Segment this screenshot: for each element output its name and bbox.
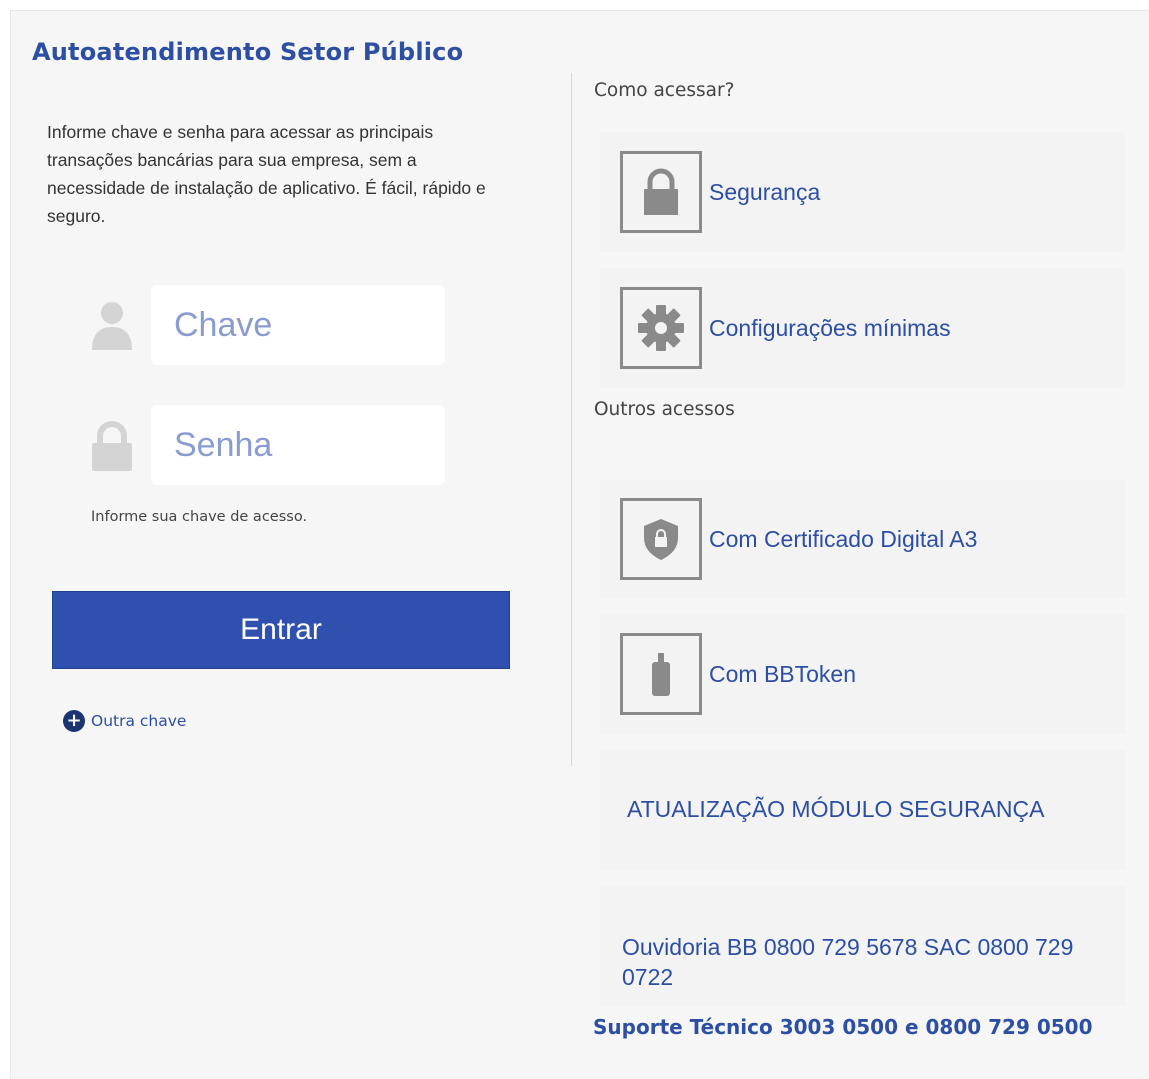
- gear-icon: [620, 287, 702, 369]
- ouvidoria-info: Ouvidoria BB 0800 729 5678 SAC 0800 729 …: [600, 886, 1125, 1006]
- outros-acessos-heading: Outros acessos: [594, 399, 735, 420]
- configuracoes-label: Configurações mínimas: [709, 314, 951, 341]
- configuracoes-link[interactable]: Configurações mínimas: [600, 268, 1125, 388]
- lock-icon: [90, 420, 134, 472]
- atualizacao-modulo-link[interactable]: ATUALIZAÇÃO MÓDULO SEGURANÇA: [600, 750, 1125, 870]
- usb-token-icon: [620, 633, 702, 715]
- suporte-tecnico-info: Suporte Técnico 3003 0500 e 0800 729 050…: [593, 1015, 1093, 1039]
- como-acessar-heading: Como acessar?: [594, 80, 735, 101]
- intro-text: Informe chave e senha para acessar as pr…: [47, 122, 486, 226]
- column-divider: [571, 73, 572, 766]
- chave-hint: Informe sua chave de acesso.: [91, 509, 308, 525]
- seguranca-link[interactable]: Segurança: [600, 132, 1125, 252]
- certificado-digital-label: Com Certificado Digital A3: [709, 525, 978, 552]
- page-title: Autoatendimento Setor Público: [32, 38, 464, 66]
- user-icon: [90, 300, 134, 352]
- certificado-digital-link[interactable]: Com Certificado Digital A3: [600, 480, 1125, 598]
- seguranca-label: Segurança: [709, 178, 821, 205]
- senha-input[interactable]: [151, 405, 445, 485]
- bbtoken-link[interactable]: Com BBToken: [600, 614, 1125, 734]
- bbtoken-label: Com BBToken: [709, 660, 857, 687]
- lock-icon: [620, 151, 702, 233]
- outra-chave-link[interactable]: + Outra chave: [63, 710, 186, 732]
- outra-chave-label: Outra chave: [91, 712, 187, 730]
- entrar-button[interactable]: Entrar: [52, 591, 510, 669]
- chave-input[interactable]: [151, 285, 445, 365]
- plus-circle-icon: +: [63, 710, 85, 732]
- shield-lock-icon: [620, 498, 702, 580]
